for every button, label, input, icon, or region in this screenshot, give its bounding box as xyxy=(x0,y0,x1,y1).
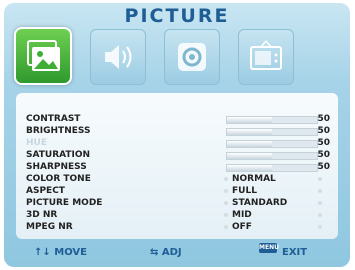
right-arrow-icon xyxy=(318,201,322,205)
tv-icon xyxy=(250,39,282,70)
left-arrow-icon xyxy=(224,177,228,181)
row-label: MPEG NR xyxy=(26,222,73,232)
adjust-hint: ⇆ ADJ xyxy=(150,247,182,258)
gear-icon xyxy=(178,43,206,71)
right-arrow-icon xyxy=(318,213,322,217)
tab-bar xyxy=(16,29,338,85)
picture-icon xyxy=(27,40,60,71)
menu-title: PICTURE xyxy=(124,5,230,27)
tab-tv[interactable] xyxy=(238,29,294,85)
contrast-slider[interactable] xyxy=(226,116,318,124)
menu-row-mpeg-nr[interactable]: MPEG NR OFF xyxy=(26,221,330,234)
row-option-value: OFF xyxy=(232,222,252,232)
sharpness-slider[interactable] xyxy=(226,164,318,172)
tab-picture[interactable] xyxy=(16,29,70,83)
move-hint: ↑↓ MOVE xyxy=(34,247,87,258)
menu-key-icon: MENU xyxy=(259,243,279,253)
right-arrow-icon xyxy=(318,225,322,229)
right-arrow-icon xyxy=(318,177,322,181)
slider-fill xyxy=(227,117,272,123)
brightness-slider[interactable] xyxy=(226,128,318,136)
saturation-slider[interactable] xyxy=(226,152,318,160)
tab-setup[interactable] xyxy=(164,29,220,85)
left-arrow-icon xyxy=(224,213,228,217)
slider-fill xyxy=(227,153,272,159)
left-arrow-icon xyxy=(224,189,228,193)
left-arrow-icon xyxy=(224,201,228,205)
key-hint-bar: ↑↓ MOVE ⇆ ADJ MENU EXIT xyxy=(4,243,350,263)
speaker-icon xyxy=(105,45,132,69)
slider-fill xyxy=(227,165,272,171)
slider-fill xyxy=(227,129,272,135)
settings-panel: CONTRAST 50 BRIGHTNESS 50 HUE 50 SATURAT… xyxy=(16,93,338,239)
tab-sound[interactable] xyxy=(90,29,146,85)
exit-hint: EXIT xyxy=(282,247,308,258)
slider-fill xyxy=(227,141,272,147)
right-arrow-icon xyxy=(318,189,322,193)
left-arrow-icon xyxy=(224,225,228,229)
hue-slider xyxy=(226,140,318,148)
picture-menu-window: PICTURE CONTRAST 50 BRIGHTNESS 50 HUE 50… xyxy=(4,3,350,267)
